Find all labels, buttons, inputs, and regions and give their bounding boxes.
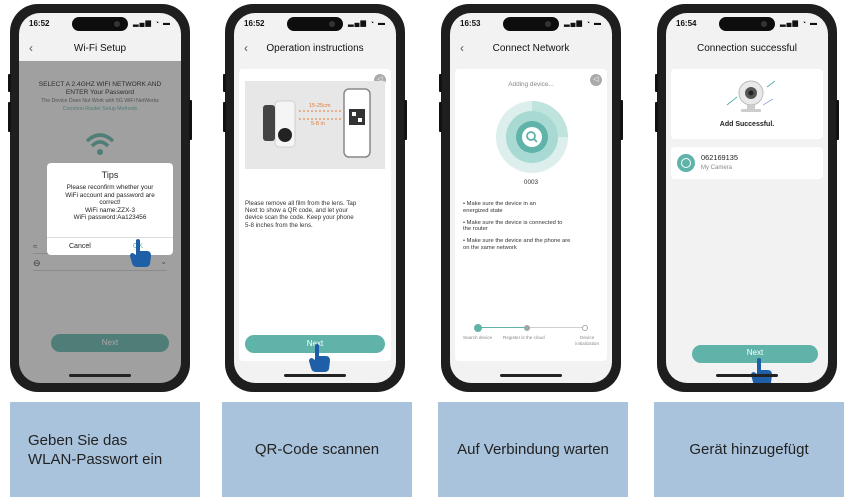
device-id: 062169135 bbox=[701, 153, 738, 162]
signal-battery-icon: ▂▄▆ ◔ ▬ bbox=[133, 20, 171, 27]
back-chevron-icon[interactable]: ‹ bbox=[29, 41, 33, 55]
caption-step-3: Auf Verbindung warten bbox=[438, 402, 628, 497]
dialog-cancel-button[interactable]: Cancel bbox=[69, 243, 91, 250]
tip-1-line1: • Make sure the device in an bbox=[463, 201, 536, 207]
step-1-label: Search device bbox=[463, 335, 493, 340]
tip-2-line1: • Make sure the device is connected to bbox=[463, 219, 563, 226]
distance-in-label: 5-8 in bbox=[311, 121, 325, 127]
status-time: 16:52 bbox=[29, 19, 50, 28]
pointing-hand-icon bbox=[309, 344, 330, 372]
instructions-line2: Next to show a QR code, and let your bbox=[245, 207, 348, 215]
screen: 16:52 ▂▄▆ ◔ ▬ ‹ Operation instructions ◁ bbox=[234, 13, 396, 383]
status-bar: 16:52 ▂▄▆ ◔ ▬ bbox=[29, 19, 171, 31]
status-bar: 16:52 ▂▄▆ ◔ ▬ bbox=[244, 19, 386, 31]
pointing-hand-icon bbox=[751, 358, 772, 383]
dialog-message-3: correct! bbox=[99, 199, 121, 207]
dialog-message-1: Please reconfirm whether your bbox=[66, 184, 154, 191]
counter-text: 0003 bbox=[523, 179, 539, 186]
adding-device-text: Adding device... bbox=[508, 81, 554, 88]
home-indicator bbox=[69, 374, 131, 377]
status-bar: 16:53 ▂▄▆ ◔ ▬ bbox=[460, 19, 602, 31]
sound-icon[interactable]: ◁ bbox=[590, 74, 602, 86]
phone-connection-successful: 16:54 ▂▄▆ ◔ ▬ Connection successful Add … bbox=[655, 4, 839, 392]
tip-1-line2: energized state bbox=[463, 207, 503, 214]
page-title: Wi-Fi Setup bbox=[73, 43, 127, 54]
add-success-text: Add Successful. bbox=[719, 121, 775, 128]
nav-bar: Connection successful bbox=[666, 39, 828, 61]
step-2-label: Register is the cloud bbox=[503, 335, 545, 340]
status-time: 16:54 bbox=[676, 19, 697, 28]
instructions-line4: 5-8 inches from the lens. bbox=[245, 221, 313, 229]
dialog-title: Tips bbox=[101, 170, 119, 180]
device-name: My Camera bbox=[701, 165, 733, 171]
step-progress: Search device Register is the cloud Devi… bbox=[463, 323, 599, 353]
status-time: 16:52 bbox=[244, 19, 265, 28]
progress-card: Adding device... ◁ 0003 • Make sure the … bbox=[455, 69, 607, 361]
back-chevron-icon[interactable]: ‹ bbox=[244, 41, 248, 55]
dialog-message-2: WiFi account and password are bbox=[65, 191, 155, 199]
camera-success-icon bbox=[726, 80, 776, 112]
signal-battery-icon: ▂▄▆ ◔ ▬ bbox=[564, 20, 602, 27]
home-indicator bbox=[284, 374, 346, 377]
caption-2-text: QR-Code scannen bbox=[254, 441, 380, 458]
instruction-illustration: 15-25cm 5-8 in bbox=[245, 81, 385, 169]
step-3-dot bbox=[582, 325, 588, 331]
success-card: Add Successful. bbox=[671, 69, 823, 139]
phone-operation-instructions: 16:52 ▂▄▆ ◔ ▬ ‹ Operation instructions ◁ bbox=[223, 4, 407, 392]
distance-cm-label: 15-25cm bbox=[309, 103, 331, 109]
back-chevron-icon[interactable]: ‹ bbox=[460, 41, 464, 55]
tip-3-line2: on the same network bbox=[463, 244, 517, 251]
home-indicator bbox=[716, 374, 778, 377]
step-3-label-2: initialization bbox=[575, 340, 599, 346]
tips-dialog: Tips Please reconfirm whether your WiFi … bbox=[47, 163, 173, 255]
pointing-hand-icon bbox=[130, 239, 151, 267]
nav-bar: ‹ Connect Network bbox=[450, 39, 612, 61]
screen: 16:53 ▂▄▆ ◔ ▬ ‹ Connect Network Adding d… bbox=[450, 13, 612, 383]
caption-1-line1: Geben Sie das bbox=[28, 431, 128, 449]
caption-step-2: QR-Code scannen bbox=[222, 402, 412, 497]
caption-3-text: Auf Verbindung warten bbox=[457, 441, 609, 458]
dialog-wifi-name: WiFi name:ZZX-3 bbox=[84, 206, 136, 214]
signal-battery-icon: ▂▄▆ ◔ ▬ bbox=[780, 20, 818, 27]
page-title: Operation instructions bbox=[266, 43, 364, 54]
page-title: Connect Network bbox=[492, 43, 570, 54]
tip-2-line2: the router bbox=[463, 226, 488, 233]
instructions-line1: Please remove all film from the lens. Ta… bbox=[245, 200, 357, 207]
page-title: Connection successful bbox=[696, 43, 798, 54]
status-time: 16:53 bbox=[460, 19, 481, 28]
instructions-line3: device scan the code. Keep your phone bbox=[245, 214, 354, 222]
home-indicator bbox=[500, 374, 562, 377]
nav-bar: ‹ Wi-Fi Setup bbox=[19, 39, 181, 61]
nav-bar: ‹ Operation instructions bbox=[234, 39, 396, 61]
step-2-dot bbox=[524, 325, 530, 331]
phone-connect-network: 16:53 ▂▄▆ ◔ ▬ ‹ Connect Network Adding d… bbox=[439, 4, 623, 392]
caption-step-4: Gerät hinzugefügt bbox=[654, 402, 844, 497]
step-1-dot bbox=[474, 324, 482, 332]
camera-device-icon bbox=[677, 154, 695, 172]
caption-1-line2: WLAN-Passwort ein bbox=[28, 450, 163, 468]
screen: 16:52 ▂▄▆ ◔ ▬ ‹ Wi-Fi Setup SELECT A 2.4… bbox=[19, 13, 181, 383]
caption-4-text: Gerät hinzugefügt bbox=[689, 441, 809, 458]
signal-battery-icon: ▂▄▆ ◔ ▬ bbox=[348, 20, 386, 27]
instruction-card: ◁ 15-25cm 5-8 in Please remove all film … bbox=[239, 69, 391, 361]
status-bar: 16:54 ▂▄▆ ◔ ▬ bbox=[676, 19, 818, 31]
device-item[interactable]: 062169135 My Camera bbox=[671, 147, 823, 179]
progress-ring bbox=[496, 101, 568, 173]
caption-step-1: Geben Sie das WLAN-Passwort ein bbox=[10, 402, 200, 497]
dialog-wifi-password: WiFi password:Aa123456 bbox=[73, 214, 147, 222]
phone-wifi-setup: 16:52 ▂▄▆ ◔ ▬ ‹ Wi-Fi Setup SELECT A 2.4… bbox=[8, 4, 192, 392]
tip-3-line1: • Make sure the device and the phone are bbox=[463, 238, 571, 245]
screen: 16:54 ▂▄▆ ◔ ▬ Connection successful Add … bbox=[666, 13, 828, 383]
